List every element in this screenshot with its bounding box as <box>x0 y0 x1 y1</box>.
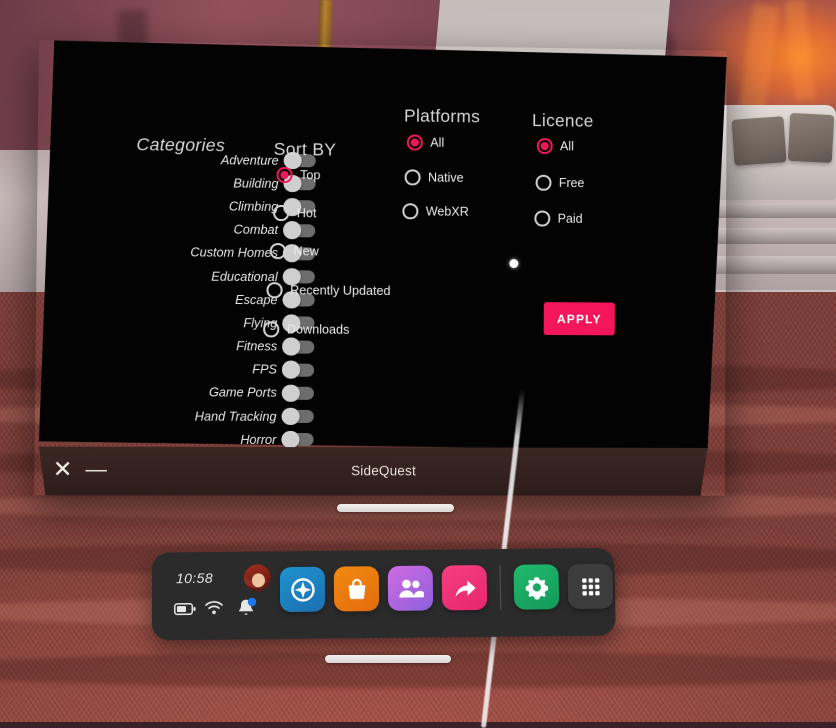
sort-option-new[interactable]: New <box>270 243 319 259</box>
radio-label: All <box>430 135 444 149</box>
radio-indicator[interactable] <box>407 134 423 150</box>
window-title: SideQuest <box>34 463 725 479</box>
radio-label: Recently Updated <box>290 283 390 298</box>
licence-option-paid[interactable]: Paid <box>534 211 582 227</box>
category-toggle[interactable] <box>285 340 314 353</box>
radio-label: New <box>293 244 318 258</box>
sort-by-heading: Sort BY <box>274 139 337 161</box>
avatar-face <box>252 573 265 587</box>
taskbar-grab-bar[interactable] <box>325 655 451 663</box>
toggle-knob <box>282 384 300 402</box>
share-arrow-icon[interactable] <box>442 565 488 610</box>
filters-panel: Categories Adventure Building Climbing C… <box>35 40 727 451</box>
category-toggle[interactable] <box>285 387 314 400</box>
platform-option-all[interactable]: All <box>407 134 444 150</box>
licence-option-free[interactable]: Free <box>536 175 585 191</box>
platforms-heading: Platforms <box>404 105 480 127</box>
category-row-fps[interactable]: FPS <box>81 357 314 381</box>
toggle-knob <box>282 361 300 379</box>
category-toggle[interactable] <box>286 224 315 237</box>
sofa-cushion <box>731 116 786 166</box>
platform-option-webxr[interactable]: WebXR <box>402 203 468 219</box>
radio-indicator[interactable] <box>273 205 289 221</box>
toggle-knob <box>281 408 299 426</box>
category-label: FPS <box>252 363 285 377</box>
status-cluster: 10:58 <box>174 563 264 628</box>
category-row-game-ports[interactable]: Game Ports <box>79 381 314 405</box>
category-label: Hand Tracking <box>195 409 285 423</box>
radio-label: Hot <box>297 206 317 220</box>
radio-label: All <box>560 139 574 153</box>
radio-label: WebXR <box>426 204 469 218</box>
toggle-knob <box>282 338 300 356</box>
sort-option-top[interactable]: Top <box>276 167 320 183</box>
radio-label: Top <box>300 168 320 182</box>
category-label: Fitness <box>236 339 285 353</box>
radio-indicator[interactable] <box>266 282 282 298</box>
licence-heading: Licence <box>532 110 594 132</box>
radio-label: Native <box>428 170 464 184</box>
radio-label: Paid <box>558 211 583 225</box>
category-toggle[interactable] <box>285 363 314 376</box>
category-toggle[interactable] <box>285 410 314 423</box>
people-icon[interactable] <box>388 566 434 611</box>
category-label: Horror <box>240 433 284 447</box>
radio-indicator[interactable] <box>537 138 552 154</box>
notifications-bell-icon[interactable] <box>236 597 256 617</box>
category-row-hand-tracking[interactable]: Hand Tracking <box>77 404 314 428</box>
battery-icon[interactable] <box>174 602 196 614</box>
toggle-knob <box>281 431 299 449</box>
platform-option-native[interactable]: Native <box>405 169 464 185</box>
clock: 10:58 <box>176 570 213 586</box>
app-grid-icon[interactable] <box>567 564 613 609</box>
radio-indicator[interactable] <box>263 321 279 337</box>
radio-indicator[interactable] <box>534 211 549 227</box>
store-bag-icon[interactable] <box>334 566 379 611</box>
explore-icon[interactable] <box>280 567 325 612</box>
radio-indicator[interactable] <box>405 169 421 185</box>
sort-option-recently-updated[interactable]: Recently Updated <box>266 282 390 298</box>
category-label: Game Ports <box>209 386 285 400</box>
sort-option-hot[interactable]: Hot <box>273 205 316 221</box>
licence-option-all[interactable]: All <box>537 138 574 154</box>
category-row-fitness[interactable]: Fitness <box>84 334 315 359</box>
window-grab-bar[interactable] <box>337 504 454 512</box>
settings-gear-icon[interactable] <box>513 564 559 609</box>
radio-indicator[interactable] <box>536 175 551 191</box>
user-avatar[interactable] <box>244 564 271 591</box>
toggle-knob <box>283 221 301 239</box>
sofa-cushion <box>788 113 834 163</box>
taskbar-app-row <box>280 564 613 612</box>
category-label: Combat <box>234 223 287 238</box>
radio-indicator[interactable] <box>270 243 286 259</box>
categories-list: Adventure Building Climbing Combat Custo… <box>96 147 316 452</box>
category-row-combat[interactable]: Combat <box>93 217 315 242</box>
vr-taskbar: 10:58 <box>152 548 616 641</box>
radio-indicator[interactable] <box>402 203 418 219</box>
sidequest-window[interactable]: Categories Adventure Building Climbing C… <box>34 40 727 495</box>
laser-cursor-dot <box>509 259 518 268</box>
category-toggle[interactable] <box>284 433 313 446</box>
window-titlebar: ✕ — SideQuest <box>34 447 725 496</box>
radio-label: Free <box>559 176 585 190</box>
radio-label: Downloads <box>287 322 350 336</box>
taskbar-divider <box>500 565 502 610</box>
apply-button[interactable]: APPLY <box>544 302 615 335</box>
wifi-icon[interactable] <box>204 600 224 616</box>
sort-option-downloads[interactable]: Downloads <box>263 321 349 337</box>
radio-indicator[interactable] <box>276 167 292 183</box>
